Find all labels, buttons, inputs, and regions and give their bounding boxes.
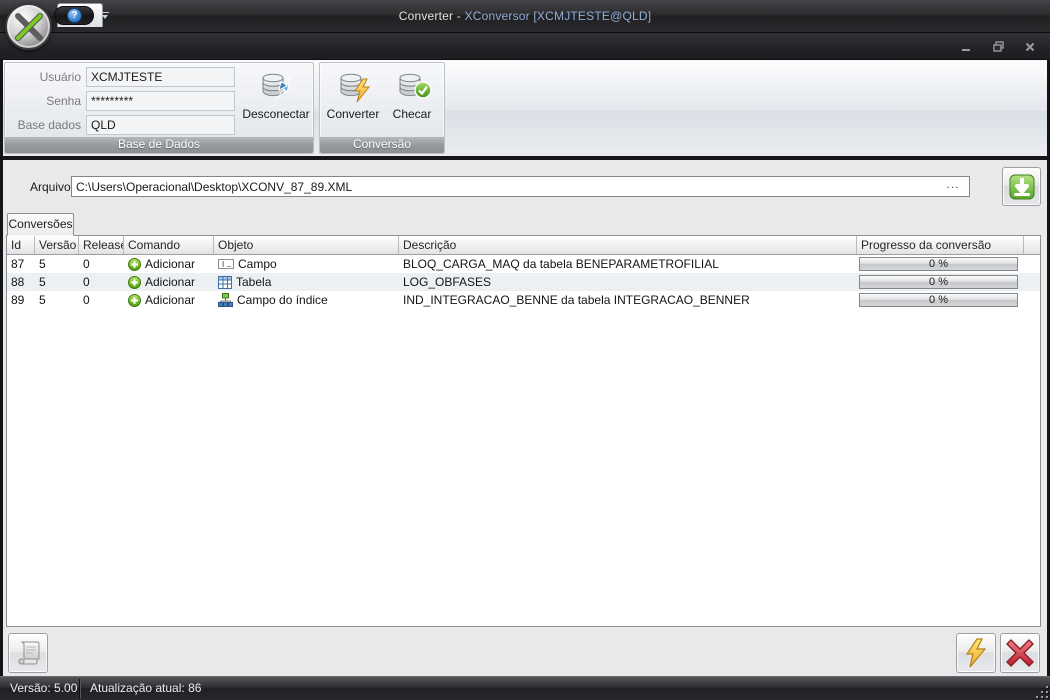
database-convert-icon bbox=[336, 70, 370, 104]
help-button[interactable]: ? bbox=[54, 6, 94, 25]
table-header: Id Versão Release Comando Objeto Descriç… bbox=[7, 236, 1040, 255]
download-icon bbox=[1008, 173, 1036, 201]
table-row[interactable]: 87 5 0 Adicionar I Campo BLOQ_CARGA_MAQ … bbox=[7, 255, 1040, 273]
group-label-base-de-dados: Base de Dados bbox=[5, 137, 313, 153]
header-descricao[interactable]: Descrição bbox=[399, 236, 857, 254]
lightning-icon bbox=[964, 638, 988, 668]
application-menu-button[interactable] bbox=[5, 3, 52, 50]
load-file-button[interactable] bbox=[1002, 167, 1041, 206]
field-icon: I bbox=[218, 258, 234, 270]
tab-conversoes[interactable]: Conversões bbox=[7, 213, 74, 236]
svg-text:I: I bbox=[222, 260, 224, 269]
log-button[interactable] bbox=[8, 633, 48, 673]
add-icon bbox=[128, 258, 141, 271]
child-minimize-button[interactable] bbox=[958, 40, 974, 53]
execute-button[interactable] bbox=[956, 633, 996, 673]
conversions-table: Id Versão Release Comando Objeto Descriç… bbox=[6, 235, 1041, 627]
header-versao[interactable]: Versão bbox=[35, 236, 79, 254]
password-field[interactable] bbox=[86, 91, 235, 111]
header-release[interactable]: Release bbox=[79, 236, 124, 254]
add-icon bbox=[128, 276, 141, 289]
status-divider bbox=[79, 679, 80, 699]
title-bar: Converter - XConversor [XCMJTESTE@QLD] bbox=[0, 0, 1050, 33]
ribbon-group-base-de-dados: Usuário Senha Base dados bbox=[4, 62, 314, 154]
ribbon-tab-strip bbox=[0, 33, 1050, 60]
header-objeto[interactable]: Objeto bbox=[214, 236, 399, 254]
status-bar: Versão: 5.00 Atualização atual: 86 bbox=[0, 676, 1050, 700]
version-status: Versão: 5.00 bbox=[10, 677, 77, 700]
index-field-icon bbox=[218, 293, 233, 307]
main-content: Arquivo: ... Conversões Id Versão Releas… bbox=[3, 156, 1047, 676]
child-close-button[interactable] bbox=[1022, 40, 1038, 53]
table-row[interactable]: 88 5 0 Adicionar Tabela LOG_OBFASES bbox=[7, 273, 1040, 291]
table-row[interactable]: 89 5 0 Adicionar Campo do índice bbox=[7, 291, 1040, 309]
database-label: Base dados bbox=[5, 115, 81, 135]
password-label: Senha bbox=[5, 91, 81, 111]
header-filler bbox=[1024, 236, 1040, 254]
red-x-icon bbox=[1005, 638, 1035, 668]
header-id[interactable]: Id bbox=[7, 236, 35, 254]
check-button[interactable]: Checar bbox=[384, 65, 440, 137]
group-label-conversao: Conversão bbox=[320, 137, 444, 153]
user-field[interactable] bbox=[86, 67, 235, 87]
file-label: Arquivo: bbox=[30, 180, 74, 194]
disconnect-button[interactable]: Desconectar bbox=[239, 65, 313, 137]
file-path-input[interactable] bbox=[71, 176, 970, 197]
database-disconnect-icon bbox=[259, 70, 293, 104]
ribbon: Usuário Senha Base dados bbox=[3, 60, 1047, 156]
app-logo-x-icon bbox=[14, 12, 44, 42]
progress-bar: 0 % bbox=[859, 293, 1018, 307]
database-field[interactable] bbox=[86, 115, 235, 135]
scroll-icon bbox=[15, 639, 41, 667]
convert-button[interactable]: Converter bbox=[324, 65, 382, 137]
add-icon bbox=[128, 294, 141, 307]
progress-bar: 0 % bbox=[859, 275, 1018, 289]
cancel-button[interactable] bbox=[1000, 633, 1040, 673]
update-status: Atualização atual: 86 bbox=[90, 677, 201, 700]
window-title: Converter - XConversor [XCMJTESTE@QLD] bbox=[0, 9, 1050, 23]
browse-button[interactable]: ... bbox=[941, 178, 965, 195]
resize-grip[interactable] bbox=[1035, 685, 1048, 698]
help-icon: ? bbox=[67, 8, 82, 23]
quick-access-dropdown[interactable] bbox=[101, 12, 110, 21]
header-progresso[interactable]: Progresso da conversão bbox=[857, 236, 1024, 254]
header-comando[interactable]: Comando bbox=[124, 236, 214, 254]
user-label: Usuário bbox=[5, 67, 81, 87]
progress-bar: 0 % bbox=[859, 257, 1018, 271]
ribbon-group-conversao: Converter Checar Conversão bbox=[319, 62, 445, 154]
table-icon bbox=[218, 276, 232, 289]
child-restore-button[interactable] bbox=[990, 40, 1006, 53]
database-check-icon bbox=[395, 70, 429, 104]
